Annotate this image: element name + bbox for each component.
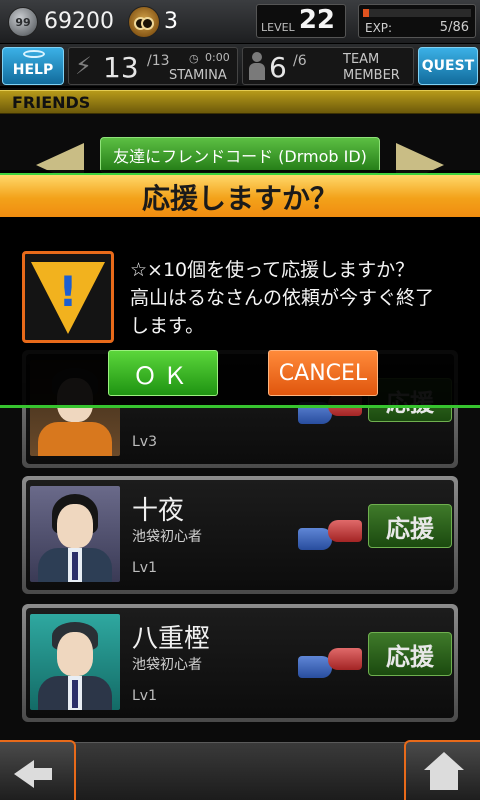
stats-bar: HELP ⚡ 13 /13 ◷ 0:00 STAMINA 6 /6 TEAM M… — [0, 44, 480, 88]
help-button[interactable]: HELP — [2, 47, 64, 85]
handshake-blue — [298, 656, 332, 678]
status-bar: 99 69200 3 LEVEL 22 EXP: 5/86 — [0, 0, 480, 44]
stamina-label: STAMINA — [169, 68, 227, 83]
dialog-title: 応援しますか？ — [141, 182, 338, 215]
dialog-message-line-1: ☆×10個を使って応援しますか？ — [130, 259, 415, 281]
handshake-red — [328, 520, 362, 542]
exclamation-icon: ! — [58, 267, 78, 316]
ok-label: ＯＫ — [133, 361, 193, 390]
cheer-label: 応援 — [386, 642, 434, 671]
person-icon — [249, 52, 265, 80]
cheer-button[interactable]: 応援 — [368, 504, 452, 548]
friend-code-button[interactable]: 友達にフレンドコード (Drmob ID) — [100, 137, 380, 173]
cheer-label: 応援 — [386, 514, 434, 543]
handshake-blue — [298, 528, 332, 550]
avatar — [30, 486, 120, 582]
avatar-face — [57, 504, 93, 548]
friend-level: Lv1 — [132, 560, 157, 576]
back-arrow-icon — [14, 760, 52, 788]
friend-title: 池袋初心者 — [132, 657, 202, 673]
warning-icon: ! — [22, 251, 114, 343]
handshake-icon — [298, 518, 362, 554]
friend-title: 池袋初心者 — [132, 529, 202, 545]
ok-button[interactable]: ＯＫ — [108, 350, 218, 396]
dialog-bottom-border — [0, 405, 480, 408]
lightning-icon: ⚡ — [75, 52, 92, 80]
friend-code-label: 友達にフレンドコード (Drmob ID) — [113, 147, 367, 166]
owl-count: 3 — [164, 9, 178, 34]
member-label: MEMBER — [343, 68, 400, 83]
exp-display: EXP: 5/86 — [358, 4, 476, 38]
avatar-tie — [72, 680, 78, 708]
friend-level: Lv3 — [132, 434, 157, 450]
handshake-red — [328, 648, 362, 670]
exp-value: 5/86 — [439, 20, 469, 35]
coin-icon: 99 — [8, 7, 38, 37]
home-icon — [424, 752, 464, 770]
avatar-tie — [72, 552, 78, 580]
friend-card-body: 十夜 池袋初心者 Lv1 応援 — [26, 480, 454, 590]
friend-name: 十夜 — [132, 496, 185, 526]
level-label: LEVEL — [261, 21, 295, 34]
dialog-message-line-3: します。 — [130, 315, 205, 337]
friends-header: FRIENDS — [0, 90, 480, 114]
handshake-icon — [298, 646, 362, 682]
home-button[interactable] — [404, 740, 480, 800]
exp-label: EXP: — [365, 21, 393, 35]
friend-card-body: 八重樫 池袋初心者 Lv1 応援 — [26, 608, 454, 718]
team-member-display: 6 /6 TEAM MEMBER — [242, 47, 414, 85]
avatar-face — [57, 632, 93, 676]
help-label: HELP — [12, 62, 54, 78]
team-max: /6 — [293, 53, 307, 69]
avatar-body — [38, 422, 112, 456]
exp-bar-fill — [363, 9, 370, 17]
coin-icon-text: 99 — [15, 15, 31, 29]
friend-name: 八重樫 — [132, 624, 211, 654]
avatar — [30, 614, 120, 710]
owl-icon — [128, 6, 160, 38]
level-display: LEVEL 22 — [256, 4, 346, 38]
quest-label: QUEST — [421, 58, 475, 74]
friend-card: 八重樫 池袋初心者 Lv1 応援 — [22, 604, 458, 722]
level-value: 22 — [298, 5, 335, 35]
exp-bar — [363, 9, 471, 17]
stamina-value: 13 — [103, 51, 139, 84]
cancel-button[interactable]: CANCEL — [268, 350, 378, 396]
coin-count: 69200 — [44, 9, 114, 34]
back-button[interactable] — [0, 740, 76, 800]
friends-title: FRIENDS — [12, 93, 91, 112]
clock-icon: ◷ — [189, 52, 199, 65]
home-icon-body — [430, 770, 458, 790]
team-value: 6 — [269, 51, 287, 84]
stamina-timer: 0:00 — [205, 51, 230, 64]
quest-button[interactable]: QUEST — [418, 47, 478, 85]
friend-level: Lv1 — [132, 688, 157, 704]
stamina-display: ⚡ 13 /13 ◷ 0:00 STAMINA — [68, 47, 238, 85]
cheer-button[interactable]: 応援 — [368, 632, 452, 676]
halo-icon — [23, 50, 45, 58]
team-label: TEAM — [343, 52, 380, 67]
dialog-message-line-2: 高山はるなさんの依頼が今すぐ終了 — [130, 287, 435, 309]
cancel-label: CANCEL — [278, 360, 368, 386]
friend-card: 十夜 池袋初心者 Lv1 応援 — [22, 476, 458, 594]
stamina-max: /13 — [147, 53, 170, 69]
